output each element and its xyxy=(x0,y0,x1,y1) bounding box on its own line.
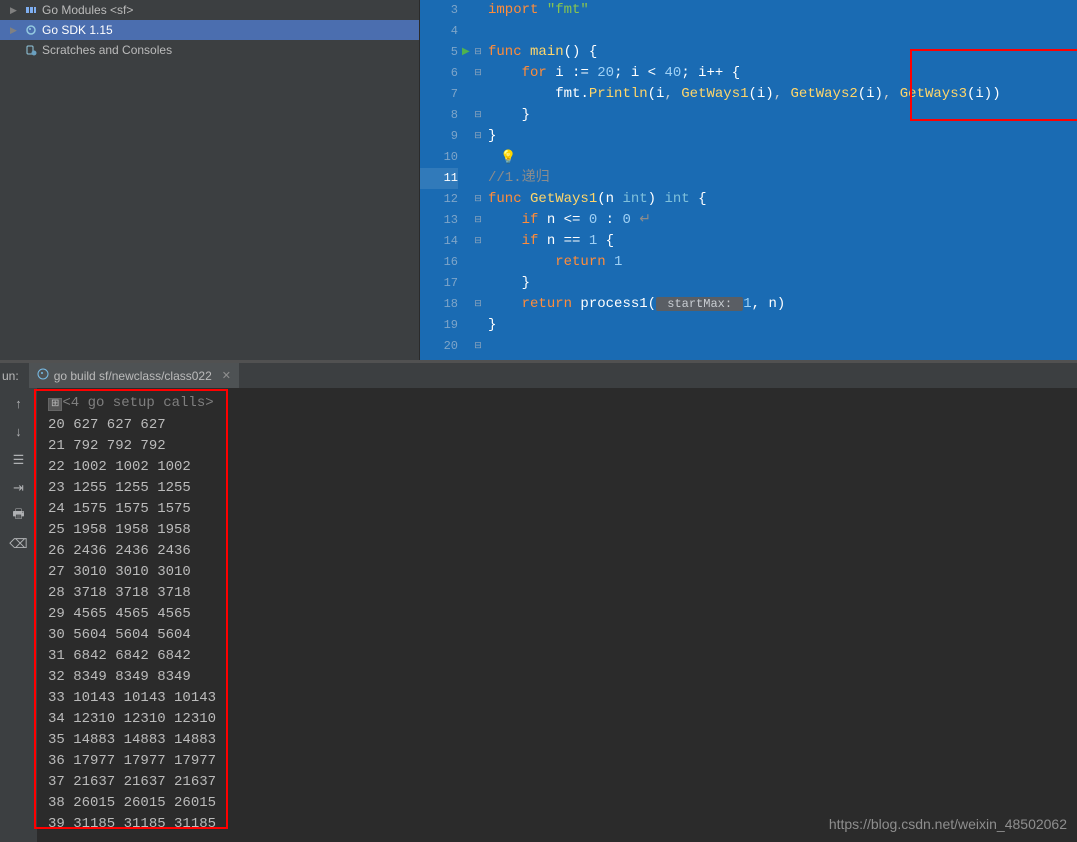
scratches-icon xyxy=(24,43,38,57)
fold-open-icon[interactable]: ⊟ xyxy=(474,210,482,231)
console-row: 21 792 792 792 xyxy=(48,438,166,454)
line-number[interactable]: 19 xyxy=(420,315,458,336)
soft-wrap-icon[interactable]: ☰ xyxy=(9,450,29,470)
line-number-gutter: 3 4 5 6 7 8 9 10 11 12 13 14 16 17 18 19… xyxy=(420,0,468,360)
run-tab-label: go build sf/newclass/class022 xyxy=(54,369,212,383)
fold-close-icon[interactable]: ⊟ xyxy=(474,294,482,315)
fold-open-icon[interactable]: ⊟ xyxy=(474,42,482,63)
line-number[interactable]: 20 xyxy=(420,336,458,357)
parameter-hint: startMax: xyxy=(656,297,743,311)
fold-close-icon[interactable]: ⊟ xyxy=(474,105,482,126)
console-row: 36 17977 17977 17977 xyxy=(48,753,216,769)
code-area[interactable]: import "fmt" func main() { for i := 20; … xyxy=(488,0,1077,360)
line-number[interactable]: 7 xyxy=(420,84,458,105)
top-split: ▶ Go Modules <sf> ▶ Go SDK 1.15 Scratche… xyxy=(0,0,1077,360)
console-panel: ↑ ↓ ☰ ⇥ 🖶 ⌫ ⊞<4 go setup calls> 20 627 6… xyxy=(0,388,1077,842)
line-number[interactable]: 6 xyxy=(420,63,458,84)
line-number[interactable]: 17 xyxy=(420,273,458,294)
fold-plus-icon[interactable]: ⊞ xyxy=(48,398,62,411)
console-setup-line: <4 go setup calls> xyxy=(62,395,213,411)
editor-pane[interactable]: 3 4 5 6 7 8 9 10 11 12 13 14 16 17 18 19… xyxy=(420,0,1077,360)
console-row: 30 5604 5604 5604 xyxy=(48,627,191,643)
line-number[interactable]: 14 xyxy=(420,231,458,252)
line-number[interactable]: 5 xyxy=(420,42,458,63)
line-number[interactable]: 8 xyxy=(420,105,458,126)
console-row: 28 3718 3718 3718 xyxy=(48,585,191,601)
console-row: 35 14883 14883 14883 xyxy=(48,732,216,748)
line-number[interactable]: 10 xyxy=(420,147,458,168)
console-row: 39 31185 31185 31185 xyxy=(48,816,216,832)
print-icon[interactable]: 🖶 xyxy=(9,506,29,526)
console-row: 26 2436 2436 2436 xyxy=(48,543,191,559)
scroll-down-icon[interactable]: ↓ xyxy=(9,422,29,442)
run-tab-bar: un: go build sf/newclass/class022 ✕ xyxy=(0,363,1077,388)
console-row: 29 4565 4565 4565 xyxy=(48,606,191,622)
run-gutter-icon[interactable]: ▶ xyxy=(462,42,470,63)
scroll-up-icon[interactable]: ↑ xyxy=(9,394,29,414)
clear-icon[interactable]: ⌫ xyxy=(9,534,29,554)
console-row: 37 21637 21637 21637 xyxy=(48,774,216,790)
go-sdk-icon xyxy=(24,23,38,37)
console-row: 20 627 627 627 xyxy=(48,417,166,433)
console-row: 38 26015 26015 26015 xyxy=(48,795,216,811)
console-row: 24 1575 1575 1575 xyxy=(48,501,191,517)
run-configuration-tab[interactable]: go build sf/newclass/class022 ✕ xyxy=(29,363,239,388)
line-number[interactable]: 4 xyxy=(420,21,458,42)
tree-label: Scratches and Consoles xyxy=(42,43,172,57)
console-toolbar: ↑ ↓ ☰ ⇥ 🖶 ⌫ xyxy=(0,388,38,842)
run-panel-label: un: xyxy=(0,369,29,383)
intention-bulb-icon[interactable]: 💡 xyxy=(500,150,516,165)
line-number[interactable]: 3 xyxy=(420,0,458,21)
tree-item-go-modules[interactable]: ▶ Go Modules <sf> xyxy=(0,0,419,20)
fold-close-icon[interactable]: ⊟ xyxy=(474,126,482,147)
tree-item-scratches[interactable]: Scratches and Consoles xyxy=(0,40,419,60)
console-row: 27 3010 3010 3010 xyxy=(48,564,191,580)
console-row: 33 10143 10143 10143 xyxy=(48,690,216,706)
tree-label: Go SDK 1.15 xyxy=(42,23,113,37)
fold-gutter: ▶⊟ ⊟ ⊟ ⊟ ⊟ ⊟ ⊟ ⊟ ⊟ xyxy=(468,0,488,360)
tree-label: Go Modules <sf> xyxy=(42,3,133,17)
fold-open-icon[interactable]: ⊟ xyxy=(474,231,482,252)
line-number[interactable]: 9 xyxy=(420,126,458,147)
console-row: 34 12310 12310 12310 xyxy=(48,711,216,727)
console-row: 31 6842 6842 6842 xyxy=(48,648,191,664)
tree-item-go-sdk[interactable]: ▶ Go SDK 1.15 xyxy=(0,20,419,40)
go-modules-icon xyxy=(24,3,38,17)
line-number[interactable]: 12 xyxy=(420,189,458,210)
line-number[interactable]: 13 xyxy=(420,210,458,231)
line-number[interactable]: 18 xyxy=(420,294,458,315)
fold-close-icon[interactable]: ⊟ xyxy=(474,336,482,357)
chevron-right-icon: ▶ xyxy=(10,25,20,36)
fold-open-icon[interactable]: ⊟ xyxy=(474,189,482,210)
project-pane: ▶ Go Modules <sf> ▶ Go SDK 1.15 Scratche… xyxy=(0,0,420,360)
scroll-end-icon[interactable]: ⇥ xyxy=(9,478,29,498)
chevron-right-icon: ▶ xyxy=(10,5,20,16)
console-row: 25 1958 1958 1958 xyxy=(48,522,191,538)
go-run-icon xyxy=(37,368,49,383)
console-row: 22 1002 1002 1002 xyxy=(48,459,191,475)
line-number[interactable]: 16 xyxy=(420,252,458,273)
console-row: 23 1255 1255 1255 xyxy=(48,480,191,496)
line-number[interactable]: 11 xyxy=(420,168,458,189)
console-output[interactable]: ⊞<4 go setup calls> 20 627 627 627 21 79… xyxy=(38,388,1077,842)
console-row: 32 8349 8349 8349 xyxy=(48,669,191,685)
close-icon[interactable]: ✕ xyxy=(222,369,231,382)
fold-open-icon[interactable]: ⊟ xyxy=(474,63,482,84)
